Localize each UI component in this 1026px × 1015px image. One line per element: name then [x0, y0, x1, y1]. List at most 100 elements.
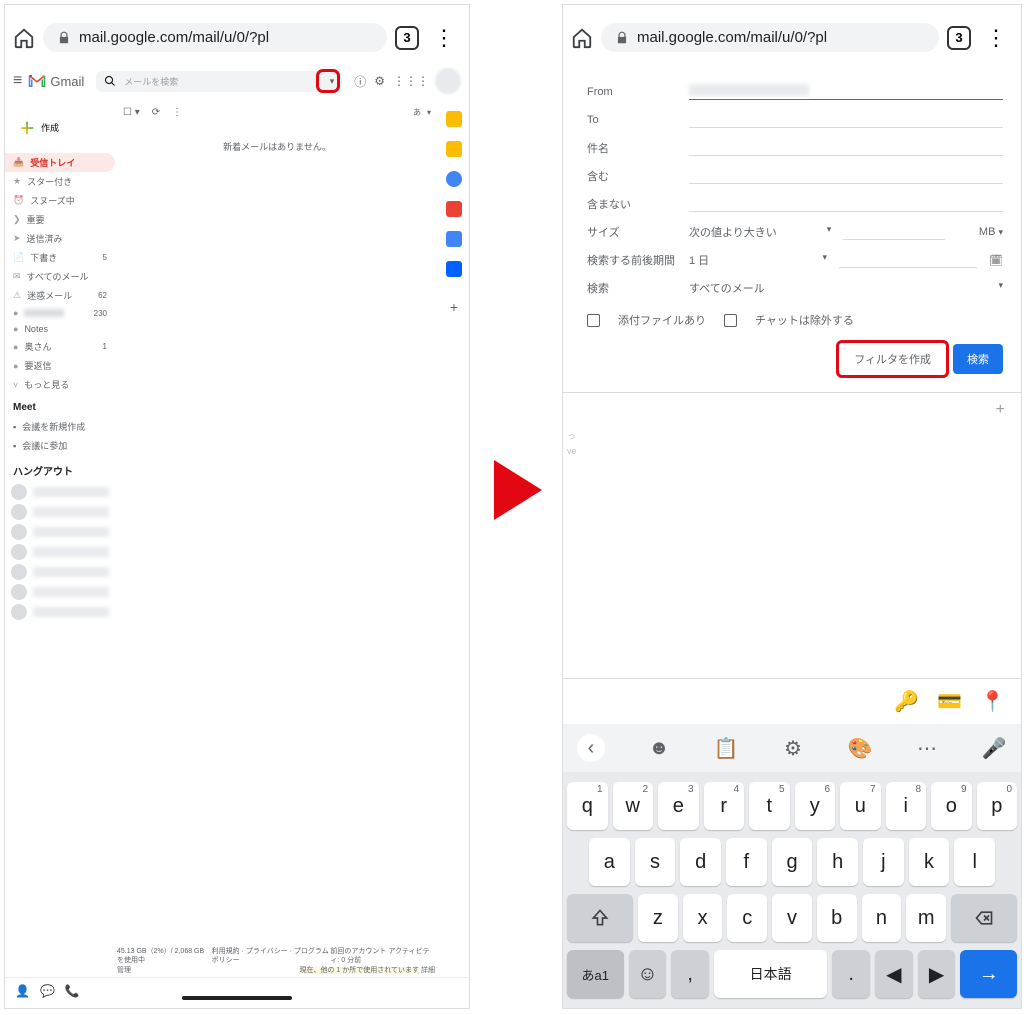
- has-input[interactable]: [689, 168, 1003, 184]
- key-u[interactable]: 7u: [840, 782, 881, 830]
- key-x[interactable]: x: [683, 894, 723, 942]
- backspace-key[interactable]: [951, 894, 1017, 942]
- collapse-icon[interactable]: ‹: [577, 734, 605, 762]
- key-b[interactable]: b: [817, 894, 857, 942]
- sidebar-item[interactable]: ˅もっと見る: [5, 375, 115, 394]
- sidebar-item[interactable]: ❯重要: [5, 210, 115, 229]
- palette-icon[interactable]: 🎨: [847, 736, 873, 761]
- home-icon[interactable]: [571, 27, 593, 49]
- shift-key[interactable]: [567, 894, 633, 942]
- enter-key[interactable]: →: [960, 950, 1017, 998]
- key-m[interactable]: m: [906, 894, 946, 942]
- nothas-input[interactable]: [689, 196, 1003, 212]
- sidebar-item[interactable]: ✉すべてのメール: [5, 267, 115, 286]
- hamburger-icon[interactable]: ≡: [13, 72, 22, 90]
- sidebar-item[interactable]: 📥受信トレイ: [5, 153, 115, 172]
- profile-avatar[interactable]: [435, 68, 461, 94]
- hangout-contact[interactable]: [5, 562, 115, 582]
- key-o[interactable]: 9o: [931, 782, 972, 830]
- sidebar-item[interactable]: ●奥さん1: [5, 337, 115, 356]
- key-e[interactable]: 3e: [658, 782, 699, 830]
- password-key-icon[interactable]: 🔑: [894, 689, 919, 714]
- cursor-right-key[interactable]: ▶: [918, 950, 956, 998]
- key-a[interactable]: a: [589, 838, 630, 886]
- sidebar-item[interactable]: ⚠迷惑メール62: [5, 286, 115, 305]
- contacts-icon[interactable]: [446, 201, 462, 217]
- date-value-input[interactable]: [839, 252, 977, 268]
- addon-icon-1[interactable]: [446, 231, 462, 247]
- tasks-icon[interactable]: [446, 171, 462, 187]
- select-checkbox[interactable]: ☐ ▾: [123, 107, 140, 118]
- subject-input[interactable]: [689, 140, 1003, 156]
- address-pill[interactable]: mail.google.com/mail/u/0/?pl: [43, 23, 387, 52]
- keep-icon[interactable]: [446, 141, 462, 157]
- tab-count-badge[interactable]: 3: [395, 26, 419, 50]
- tab-count-badge[interactable]: 3: [947, 26, 971, 50]
- key-q[interactable]: 1q: [567, 782, 608, 830]
- key-z[interactable]: z: [638, 894, 678, 942]
- calendar-icon[interactable]: 🗓: [989, 254, 1003, 267]
- mic-icon[interactable]: 🎤: [981, 736, 1007, 761]
- emoji-key[interactable]: ☺: [629, 950, 667, 998]
- overflow-menu-icon[interactable]: ⋮: [979, 25, 1013, 51]
- ime-indicator[interactable]: あ: [413, 107, 421, 118]
- sidebar-item[interactable]: ●要返信: [5, 356, 115, 375]
- sidebar-item[interactable]: ★スター付き: [5, 172, 115, 191]
- key-d[interactable]: d: [680, 838, 721, 886]
- help-icon[interactable]: ⓘ: [354, 73, 366, 90]
- key-g[interactable]: g: [772, 838, 813, 886]
- period-key[interactable]: .: [832, 950, 870, 998]
- key-f[interactable]: f: [726, 838, 767, 886]
- home-icon[interactable]: [13, 27, 35, 49]
- search-box[interactable]: メールを検索 ▾: [96, 71, 342, 92]
- gear-icon[interactable]: ⚙: [780, 736, 806, 761]
- to-input[interactable]: [689, 112, 1003, 128]
- compose-button[interactable]: ＋ 作成: [9, 109, 115, 145]
- hangout-contact[interactable]: [5, 582, 115, 602]
- refresh-icon[interactable]: ⟳: [152, 107, 160, 118]
- search-button[interactable]: 検索: [953, 344, 1003, 374]
- hangout-contact[interactable]: [5, 542, 115, 562]
- key-w[interactable]: 2w: [613, 782, 654, 830]
- more-icon[interactable]: ⋯: [914, 736, 940, 761]
- key-y[interactable]: 6y: [795, 782, 836, 830]
- more-icon[interactable]: ⋮: [172, 107, 182, 118]
- size-unit-dropdown[interactable]: MB ▾: [957, 226, 1003, 238]
- key-n[interactable]: n: [862, 894, 902, 942]
- sidebar-item[interactable]: 📄下書き5: [5, 248, 115, 267]
- sidebar-item[interactable]: ●230: [5, 305, 115, 321]
- comma-key[interactable]: ,: [671, 950, 709, 998]
- size-op-dropdown[interactable]: 次の値より大きい ▾: [689, 224, 831, 240]
- overflow-menu-icon[interactable]: ⋮: [427, 25, 461, 51]
- search-scope-dropdown[interactable]: すべてのメール ▾: [689, 280, 1003, 296]
- meet-item[interactable]: ▪会議を新規作成: [5, 417, 115, 436]
- apps-grid-icon[interactable]: ⋮⋮⋮: [393, 74, 429, 88]
- chat-icon[interactable]: 💬: [40, 984, 55, 998]
- hangout-contact[interactable]: [5, 482, 115, 502]
- location-pin-icon[interactable]: 📍: [980, 689, 1005, 714]
- ime-switch-key[interactable]: あa1: [567, 950, 624, 998]
- key-v[interactable]: v: [772, 894, 812, 942]
- key-c[interactable]: c: [727, 894, 767, 942]
- key-s[interactable]: s: [635, 838, 676, 886]
- person-icon[interactable]: 👤: [15, 984, 30, 998]
- calendar-icon[interactable]: [446, 111, 462, 127]
- phone-icon[interactable]: 📞: [65, 984, 80, 998]
- sidebar-item[interactable]: ●Notes: [5, 321, 115, 337]
- key-h[interactable]: h: [817, 838, 858, 886]
- key-t[interactable]: 5t: [749, 782, 790, 830]
- meet-item[interactable]: ▪会議に参加: [5, 436, 115, 455]
- key-l[interactable]: l: [954, 838, 995, 886]
- attachment-checkbox[interactable]: [587, 314, 600, 327]
- key-k[interactable]: k: [909, 838, 950, 886]
- add-addon-icon[interactable]: +: [563, 393, 1021, 427]
- from-input[interactable]: [689, 84, 1003, 100]
- hangout-contact[interactable]: [5, 502, 115, 522]
- size-value-input[interactable]: [843, 224, 945, 240]
- sticker-icon[interactable]: ☻: [646, 737, 672, 760]
- date-range-dropdown[interactable]: 1 日 ▾: [689, 252, 827, 268]
- address-pill[interactable]: mail.google.com/mail/u/0/?pl: [601, 23, 939, 52]
- space-key[interactable]: 日本語: [714, 950, 827, 998]
- addon-icon-2[interactable]: [446, 261, 462, 277]
- create-filter-button[interactable]: フィルタを作成: [840, 344, 945, 374]
